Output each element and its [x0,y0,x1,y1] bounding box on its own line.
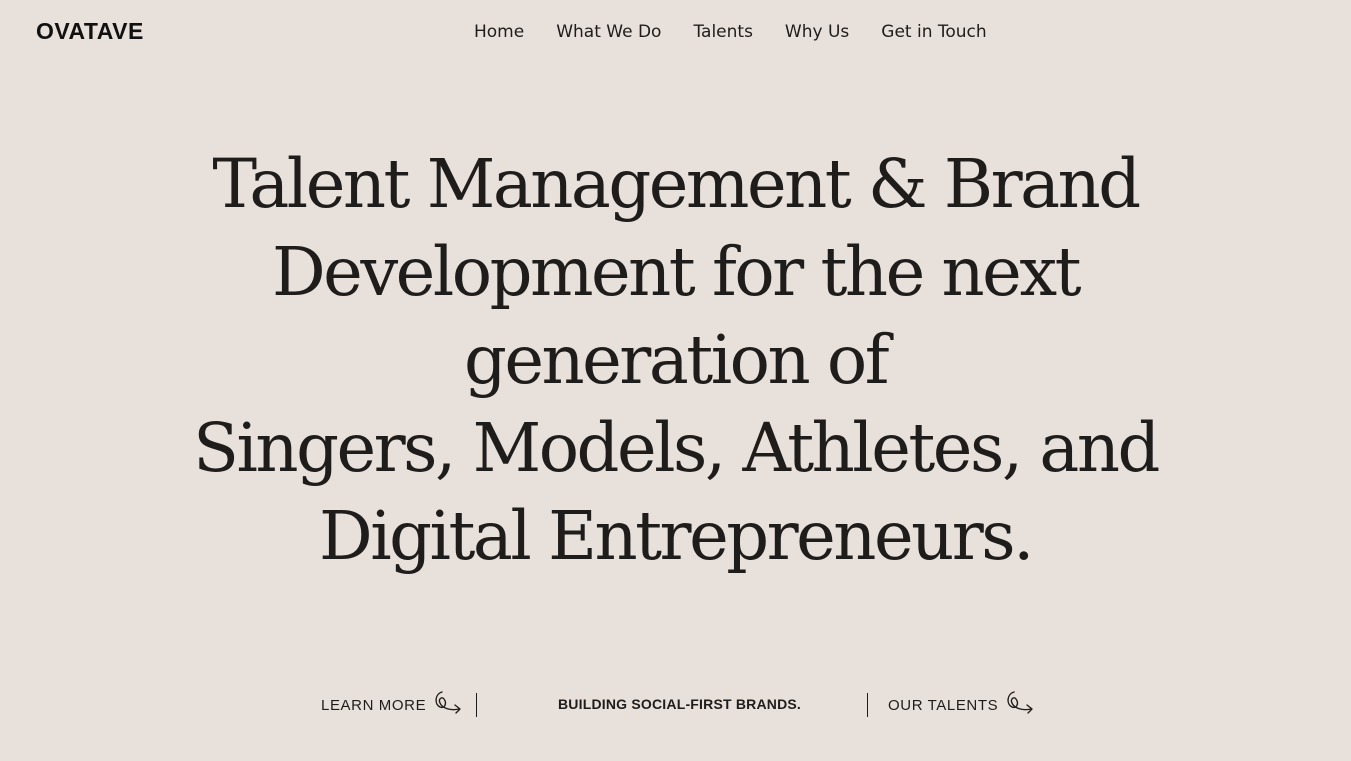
swirl-arrow-icon [435,691,461,714]
nav-item-what-we-do[interactable]: What We Do [556,22,661,42]
hero-line-4: Singers, Models, Athletes, and [193,409,1160,487]
hero-line-1: Talent Management & Brand [212,145,1141,223]
our-talents-label: OUR TALENTS [888,696,999,714]
site-logo[interactable]: OVATAVE [36,18,144,45]
hero-line-2: Development for the next [271,233,1082,311]
swirl-arrow-icon [1007,691,1033,714]
hero-line-5: Digital Entrepreneurs. [319,497,1034,575]
nav-item-get-in-touch[interactable]: Get in Touch [881,22,986,42]
nav-item-talents[interactable]: Talents [693,22,752,42]
tagline: BUILDING SOCIAL-FIRST BRANDS. [558,696,802,712]
learn-more-label: LEARN MORE [321,696,427,714]
nav-item-home[interactable]: Home [474,22,524,42]
our-talents-link[interactable]: OUR TALENTS [888,691,1036,718]
learn-more-link[interactable]: LEARN MORE [321,691,464,718]
hero-heading: Talent Management & Brand Development fo… [0,140,1351,580]
divider-left [476,693,477,717]
main-nav: Home What We Do Talents Why Us Get in To… [474,22,987,42]
nav-item-why-us[interactable]: Why Us [785,22,849,42]
hero-line-3: generation of [463,321,890,399]
divider-right [867,693,868,717]
bottom-bar: LEARN MORE BUILDING SOCIAL-FIRST BRANDS.… [0,690,1351,720]
